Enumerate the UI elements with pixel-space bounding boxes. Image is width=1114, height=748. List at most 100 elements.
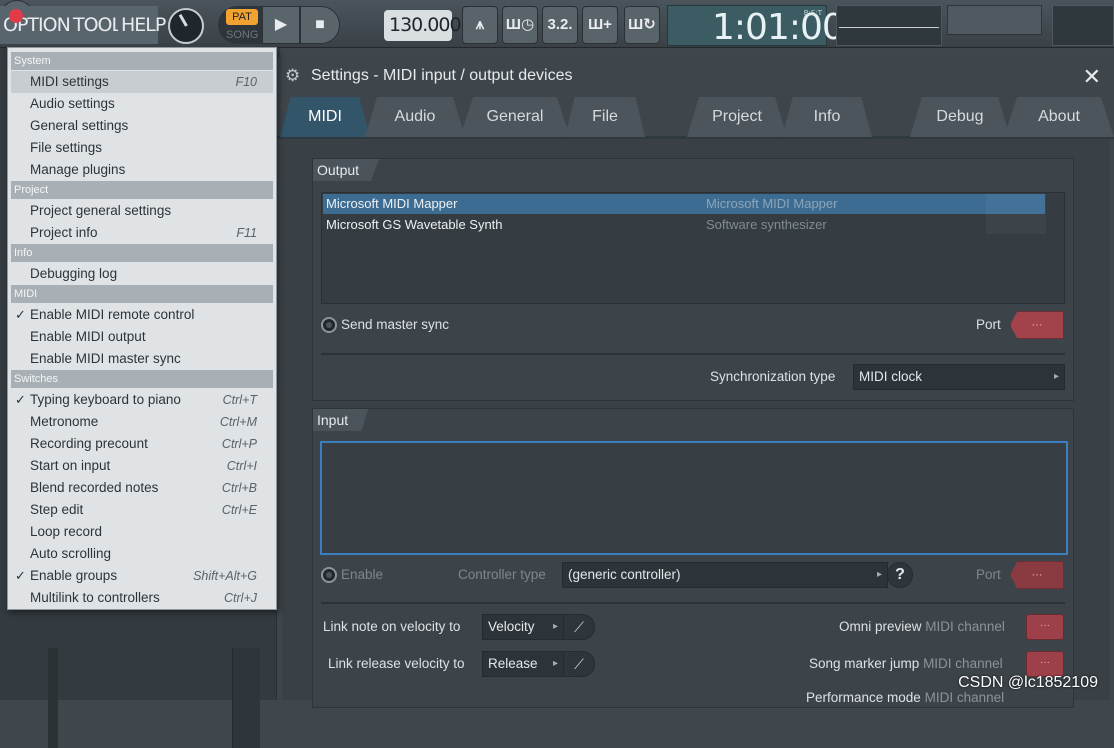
menu-item[interactable]: Auto scrolling bbox=[11, 543, 273, 565]
menu-item[interactable]: Recording precountCtrl+P bbox=[11, 433, 273, 455]
menu-item-shortcut: F11 bbox=[236, 222, 257, 244]
step-icon: Ш+ bbox=[588, 16, 612, 33]
menu-item-label: Enable MIDI master sync bbox=[30, 348, 181, 370]
menu-item[interactable]: Project infoF11 bbox=[11, 222, 273, 244]
omni-preview-channel-button[interactable]: ··· bbox=[1026, 614, 1064, 640]
menu-item[interactable]: Multilink to controllersCtrl+J bbox=[11, 587, 273, 609]
menu-item[interactable]: Project general settings bbox=[11, 200, 273, 222]
chevron-right-icon: ▸ bbox=[1054, 365, 1059, 389]
input-group: Input Enable Controller type (generic co… bbox=[312, 408, 1074, 708]
menu-item[interactable]: Step editCtrl+E bbox=[11, 499, 273, 521]
menu-item[interactable]: Debugging log bbox=[11, 263, 273, 285]
sync-type-value: MIDI clock bbox=[859, 369, 922, 384]
menu-item[interactable]: Audio settings bbox=[11, 93, 273, 115]
menu-section-header: MIDI bbox=[11, 285, 273, 303]
send-master-sync-radio[interactable] bbox=[321, 317, 337, 333]
enable-input-radio[interactable] bbox=[321, 567, 337, 583]
menu-item[interactable]: ✓Typing keyboard to pianoCtrl+T bbox=[11, 389, 273, 411]
link-note-velocity-value: Velocity bbox=[488, 619, 535, 634]
check-icon: ✓ bbox=[15, 389, 26, 411]
stop-icon: ■ bbox=[315, 16, 325, 33]
stop-button[interactable]: ■ bbox=[300, 6, 340, 44]
output-device-row[interactable]: Microsoft GS Wavetable Synth Software sy… bbox=[323, 215, 1045, 235]
menu-item[interactable]: Manage plugins bbox=[11, 159, 273, 181]
curve-icon: ⟋ bbox=[574, 656, 584, 672]
omni-preview-label-main: Omni preview bbox=[839, 619, 922, 634]
input-port-label: Port bbox=[976, 567, 1001, 582]
gear-icon: ⚙ bbox=[285, 67, 303, 85]
link-note-velocity-select[interactable]: Velocity ▸ bbox=[482, 614, 564, 640]
menu-item-label: Audio settings bbox=[30, 93, 115, 115]
link-note-velocity-label: Link note on velocity to bbox=[323, 619, 460, 634]
input-port-button[interactable]: ··· bbox=[1010, 561, 1064, 589]
tab-info[interactable]: Info bbox=[782, 97, 872, 137]
tab-file[interactable]: File bbox=[565, 97, 645, 137]
menu-item-label: File settings bbox=[30, 137, 102, 159]
chevron-right-icon: ▸ bbox=[877, 563, 882, 587]
menu-item[interactable]: General settings bbox=[11, 115, 273, 137]
pat-mode-label[interactable]: PAT bbox=[226, 9, 258, 25]
tab-project[interactable]: Project bbox=[687, 97, 787, 137]
wait-for-input-button[interactable]: Ш◷ bbox=[502, 6, 538, 44]
output-device-row[interactable]: Microsoft MIDI Mapper Microsoft MIDI Map… bbox=[323, 194, 1045, 214]
menu-item-shortcut: Ctrl+M bbox=[220, 411, 257, 433]
song-position-display[interactable]: 1:01:00 B:S:T bbox=[667, 5, 827, 46]
master-volume-knob[interactable] bbox=[168, 8, 204, 44]
song-marker-jump-label-sub: MIDI channel bbox=[923, 656, 1003, 671]
menu-section-header: System bbox=[11, 52, 273, 70]
tab-midi[interactable]: MIDI bbox=[280, 97, 370, 137]
menu-item-label: Blend recorded notes bbox=[30, 477, 158, 499]
time-value: 1:01:00 bbox=[712, 7, 844, 48]
settings-titlebar[interactable]: ⚙ Settings - MIDI input / output devices… bbox=[277, 57, 1114, 97]
menu-item[interactable]: Blend recorded notesCtrl+B bbox=[11, 477, 273, 499]
menu-item[interactable]: Loop record bbox=[11, 521, 273, 543]
menu-item[interactable]: Metronome Ctrl+M bbox=[11, 411, 273, 433]
link-release-velocity-select[interactable]: Release ▸ bbox=[482, 651, 564, 677]
metronome-button[interactable]: ⩚ bbox=[462, 6, 498, 44]
check-icon: ✓ bbox=[15, 304, 26, 326]
menu-item-shortcut: Ctrl+I bbox=[227, 455, 257, 477]
menu-item[interactable]: Enable MIDI output bbox=[11, 326, 273, 348]
controller-type-select[interactable]: (generic controller) ▸ bbox=[562, 562, 888, 588]
device-name: Microsoft GS Wavetable Synth bbox=[326, 215, 503, 235]
tab-audio[interactable]: Audio bbox=[365, 97, 465, 137]
menu-item-label: Recording precount bbox=[30, 433, 148, 455]
input-device-list[interactable] bbox=[320, 441, 1068, 555]
menu-item[interactable]: Start on inputCtrl+I bbox=[11, 455, 273, 477]
enable-input-label: Enable bbox=[341, 567, 383, 582]
step-edit-button[interactable]: Ш+ bbox=[582, 6, 618, 44]
countdown-button[interactable]: 3.2. bbox=[542, 6, 578, 44]
menu-help[interactable]: HELP bbox=[118, 6, 158, 44]
divider bbox=[321, 353, 1065, 355]
song-marker-jump-label-main: Song marker jump bbox=[809, 656, 919, 671]
menu-tools[interactable]: TOOLS bbox=[70, 6, 118, 44]
output-device-list[interactable]: Microsoft MIDI Mapper Microsoft MIDI Map… bbox=[321, 192, 1065, 304]
menu-item-label: Metronome bbox=[30, 411, 98, 433]
song-mode-label[interactable]: SONG bbox=[226, 29, 258, 41]
sync-type-select[interactable]: MIDI clock ▸ bbox=[853, 364, 1065, 390]
tab-general[interactable]: General bbox=[460, 97, 570, 137]
tempo-display[interactable]: 130.000 bbox=[384, 10, 452, 41]
metronome-icon: ⩚ bbox=[476, 16, 484, 33]
menu-item[interactable]: MIDI settingsF10 bbox=[11, 71, 273, 93]
tab-debug[interactable]: Debug bbox=[910, 97, 1010, 137]
tab-about[interactable]: About bbox=[1004, 97, 1114, 137]
device-description: Microsoft MIDI Mapper bbox=[706, 194, 837, 214]
menu-item-shortcut: Ctrl+J bbox=[224, 587, 257, 609]
play-button[interactable]: ▶ bbox=[262, 6, 300, 44]
cpu-panel bbox=[1052, 5, 1114, 46]
menu-item[interactable]: ✓Enable groupsShift+Alt+G bbox=[11, 565, 273, 587]
oscilloscope-panel bbox=[836, 5, 942, 46]
menu-item[interactable]: Enable MIDI master sync bbox=[11, 348, 273, 370]
close-icon[interactable]: ✕ bbox=[1083, 64, 1101, 90]
loop-record-button[interactable]: Ш↻ bbox=[624, 6, 660, 44]
menu-section-header: Info bbox=[11, 244, 273, 262]
help-button[interactable]: ? bbox=[887, 562, 913, 588]
link-note-curve-button[interactable]: ⟋ bbox=[563, 614, 595, 640]
song-marker-jump-label: Song marker jump MIDI channel bbox=[809, 656, 1003, 671]
output-port-button[interactable]: ··· bbox=[1010, 311, 1064, 339]
menu-item[interactable]: ✓Enable MIDI remote control bbox=[11, 304, 273, 326]
link-release-curve-button[interactable]: ⟋ bbox=[563, 651, 595, 677]
menu-item[interactable]: File settings bbox=[11, 137, 273, 159]
loop-icon: Ш↻ bbox=[628, 16, 656, 33]
